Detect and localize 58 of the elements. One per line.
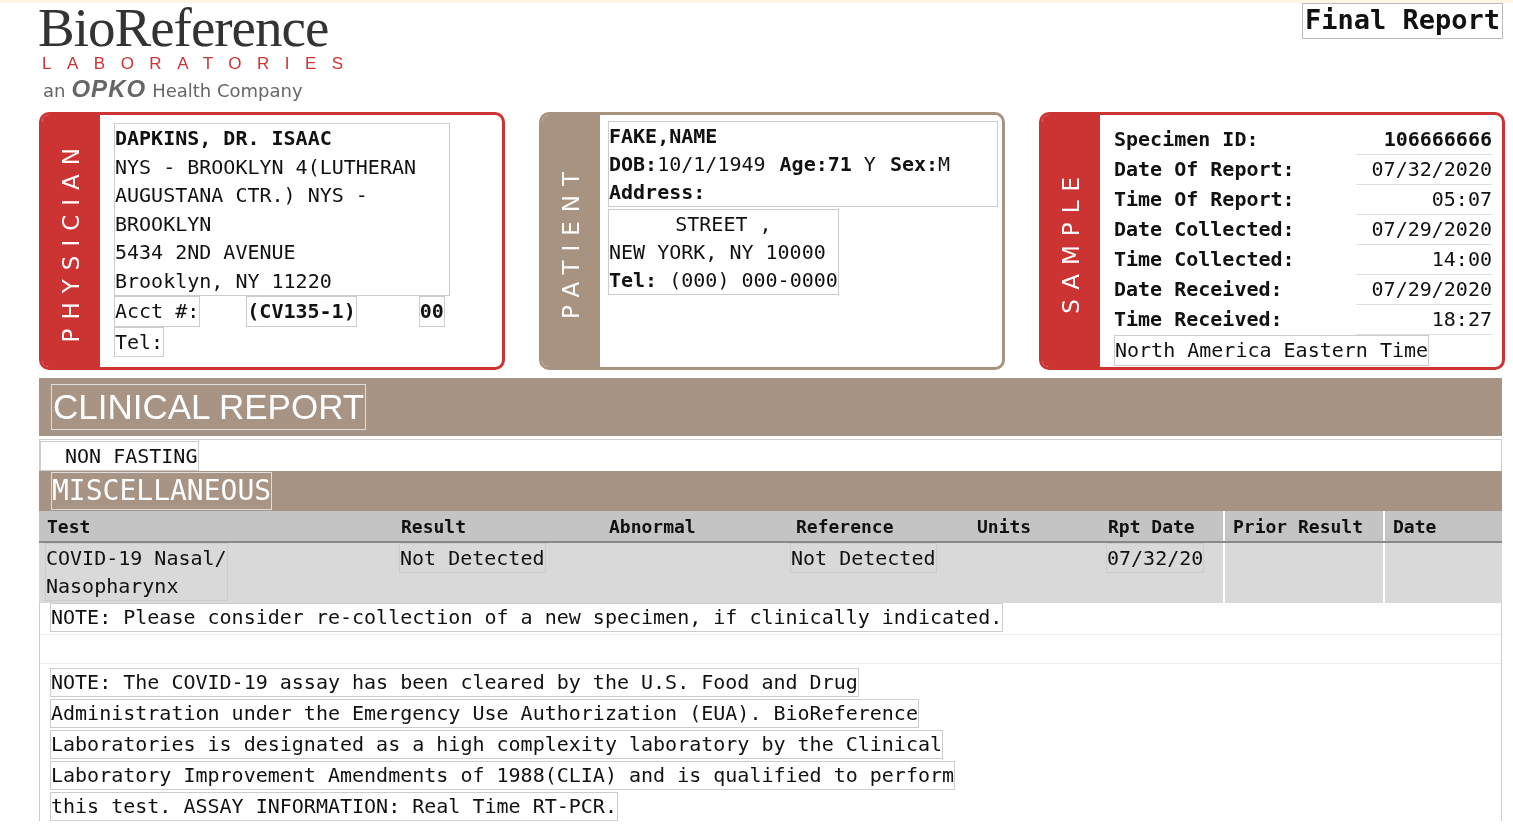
- column-header: Abnormal: [608, 514, 697, 539]
- account-number: (CV135-1): [246, 296, 357, 327]
- note-text: NOTE: Please consider re-collection of a new specimen, if clinically indicated.: [50, 603, 1004, 632]
- logo-brand: OPKO: [71, 75, 147, 103]
- field-label: Address:: [609, 179, 707, 206]
- column-header: Reference: [795, 514, 895, 539]
- logo-subtitle: LABORATORIES: [42, 53, 359, 75]
- table-cell: COVID-19 Nasal/ Nasopharynx: [45, 543, 228, 601]
- column-header: Test: [46, 514, 92, 539]
- column-header: Date: [1383, 511, 1502, 541]
- column-header: Prior Result: [1223, 511, 1383, 541]
- timezone: North America Eastern Time: [1114, 335, 1430, 366]
- field-label: Tel:: [114, 326, 165, 357]
- panel-label: PATIENT: [558, 163, 584, 319]
- field-label: Acct #:: [114, 296, 201, 327]
- patient-sex: Sex:M: [889, 151, 951, 178]
- report-status: Final Report: [1301, 3, 1503, 39]
- patient-name: FAKE,NAME: [609, 123, 719, 150]
- table-cell: Not Detected: [790, 543, 937, 573]
- table-cell: Not Detected: [399, 543, 546, 573]
- table-cell: 07/32/20: [1106, 543, 1205, 573]
- address-line: NYS - BROOKLYN 4(LUTHERAN: [115, 153, 418, 181]
- field-label: Time Collected:: [1114, 246, 1296, 273]
- logo-name: BioReference: [38, 3, 329, 53]
- field-value: 106666666: [1356, 125, 1492, 155]
- section-title: MISCELLANEOUS: [51, 472, 273, 510]
- address-line: 5434 2ND AVENUE: [115, 239, 297, 266]
- field-label: Date Collected:: [1114, 216, 1296, 243]
- patient-phone: Tel: (000) 000-0000: [609, 267, 838, 294]
- panel-label: SAMPLE: [1058, 168, 1084, 314]
- address-line: Brooklyn, NY 11220: [115, 267, 333, 295]
- field-value: 18:27: [1356, 305, 1492, 335]
- logo-prefix: an: [43, 80, 66, 101]
- field-label: Time Received:: [1114, 306, 1284, 333]
- date-of-birth: DOB:10/1/1949: [609, 151, 766, 178]
- report-title: CLINICAL REPORT: [51, 384, 367, 430]
- account-suffix: 00: [418, 296, 445, 327]
- address-line: AUGUSTANA CTR.) NYS -: [115, 182, 369, 209]
- field-label: Time Of Report:: [1114, 186, 1296, 213]
- field-label: Date Received:: [1114, 276, 1284, 303]
- field-value: 07/32/2020: [1356, 155, 1492, 185]
- address-line: STREET ,: [674, 211, 773, 238]
- column-header: Result: [400, 514, 468, 539]
- fasting-status: NON FASTING: [40, 441, 200, 471]
- field-value: 05:07: [1356, 185, 1492, 215]
- field-value: 07/29/2020: [1356, 275, 1492, 305]
- address-line: NEW YORK, NY 10000: [609, 239, 827, 266]
- field-label: Specimen ID:: [1114, 126, 1260, 153]
- panel-label: PHYSICIAN: [58, 139, 84, 343]
- address-line: BROOKLYN: [115, 210, 213, 238]
- field-value: 14:00: [1356, 245, 1492, 275]
- field-value: 07/29/2020: [1356, 215, 1492, 245]
- column-header: Units: [976, 514, 1033, 539]
- physician-name: DAPKINS, DR. ISAAC: [115, 125, 333, 152]
- field-label: Date Of Report:: [1114, 156, 1296, 183]
- logo-suffix: Health Company: [152, 80, 303, 101]
- column-header: Rpt Date: [1107, 514, 1196, 539]
- patient-age: Age:71 Y: [779, 151, 876, 178]
